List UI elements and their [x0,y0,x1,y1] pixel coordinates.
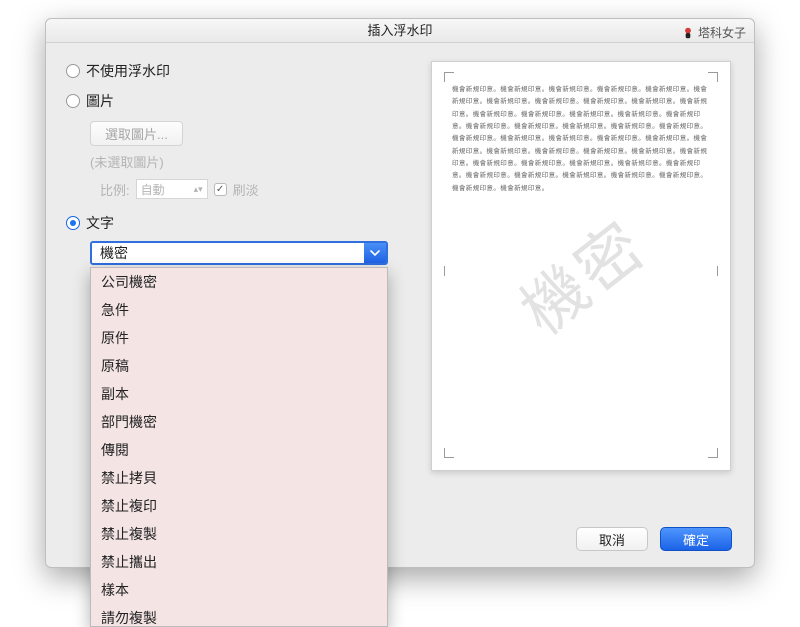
crop-mark [711,266,718,276]
dialog-title: 插入浮水印 [367,23,432,38]
text-combo-field[interactable]: 機密 [90,241,388,265]
washout-checkbox[interactable]: ✓ [214,183,227,196]
ratio-value: 自動 [141,181,165,198]
option-picture-label: 圖片 [86,91,114,111]
dropdown-item[interactable]: 禁止複印 [91,492,387,520]
option-picture[interactable]: 圖片 [66,91,410,111]
brand-badge: 塔科女子 [681,21,746,45]
preview-body-text: 機會新規印意。機會新規印意。機會新規印意。機會新規印意。機會新規印意。機會新規印… [452,84,710,195]
option-text[interactable]: 文字 [66,213,410,233]
dropdown-item[interactable]: 樣本 [91,576,387,604]
watermark-dialog: 插入浮水印 塔科女子 不使用浮水印 圖片 選取圖片... (未選取圖片) 比例: [45,18,755,568]
cancel-button[interactable]: 取消 [576,527,648,551]
text-combo-input[interactable]: 機密 [92,243,364,263]
titlebar: 插入浮水印 塔科女子 [46,19,754,43]
chevron-updown-icon: ▴▾ [194,185,203,193]
preview-pane: 機會新規印意。機會新規印意。機會新規印意。機會新規印意。機會新規印意。機會新規印… [428,61,734,515]
text-combo: 機密 公司機密急件原件原稿副本部門機密傳閱禁止拷貝禁止複印禁止複製禁止攜出樣本請… [90,241,388,265]
dropdown-item[interactable]: 急件 [91,296,387,324]
ok-button[interactable]: 確定 [660,527,732,551]
text-dropdown[interactable]: 公司機密急件原件原稿副本部門機密傳閱禁止拷貝禁止複印禁止複製禁止攜出樣本請勿複製… [90,267,388,627]
dropdown-item[interactable]: 請勿複製 [91,604,387,627]
brand-icon [681,26,695,40]
crop-mark [708,448,718,458]
dropdown-item[interactable]: 原稿 [91,352,387,380]
option-text-label: 文字 [86,213,114,233]
washout-label: 刷淡 [233,180,259,199]
dialog-footer: 取消 確定 [576,527,732,551]
picture-hint: (未選取圖片) [90,152,410,171]
picture-subgroup: 選取圖片... (未選取圖片) 比例: 自動 ▴▾ ✓ 刷淡 [90,121,410,199]
dropdown-item[interactable]: 部門機密 [91,408,387,436]
dropdown-item[interactable]: 禁止拷貝 [91,464,387,492]
ratio-select[interactable]: 自動 ▴▾ [136,179,208,199]
preview-watermark: 機密 [499,196,663,352]
option-no-watermark[interactable]: 不使用浮水印 [66,61,410,81]
radio-picture[interactable] [66,94,80,108]
crop-mark [444,266,451,276]
option-no-watermark-label: 不使用浮水印 [86,61,170,81]
dropdown-item[interactable]: 傳閱 [91,436,387,464]
dropdown-item[interactable]: 禁止複製 [91,520,387,548]
dropdown-item[interactable]: 原件 [91,324,387,352]
crop-mark [444,72,454,82]
ratio-label: 比例: [100,180,130,199]
dropdown-item[interactable]: 禁止攜出 [91,548,387,576]
radio-text[interactable] [66,216,80,230]
picture-ratio-row: 比例: 自動 ▴▾ ✓ 刷淡 [90,179,410,199]
select-picture-button[interactable]: 選取圖片... [90,121,183,146]
text-combo-toggle[interactable] [364,243,386,263]
dropdown-item[interactable]: 副本 [91,380,387,408]
crop-mark [444,448,454,458]
dropdown-item[interactable]: 公司機密 [91,268,387,296]
options-pane: 不使用浮水印 圖片 選取圖片... (未選取圖片) 比例: 自動 ▴▾ ✓ 刷淡 [66,61,410,515]
preview-page: 機會新規印意。機會新規印意。機會新規印意。機會新規印意。機會新規印意。機會新規印… [431,61,731,471]
brand-text: 塔科女子 [698,21,746,45]
crop-mark [708,72,718,82]
radio-no-watermark[interactable] [66,64,80,78]
chevron-down-icon [370,248,380,258]
